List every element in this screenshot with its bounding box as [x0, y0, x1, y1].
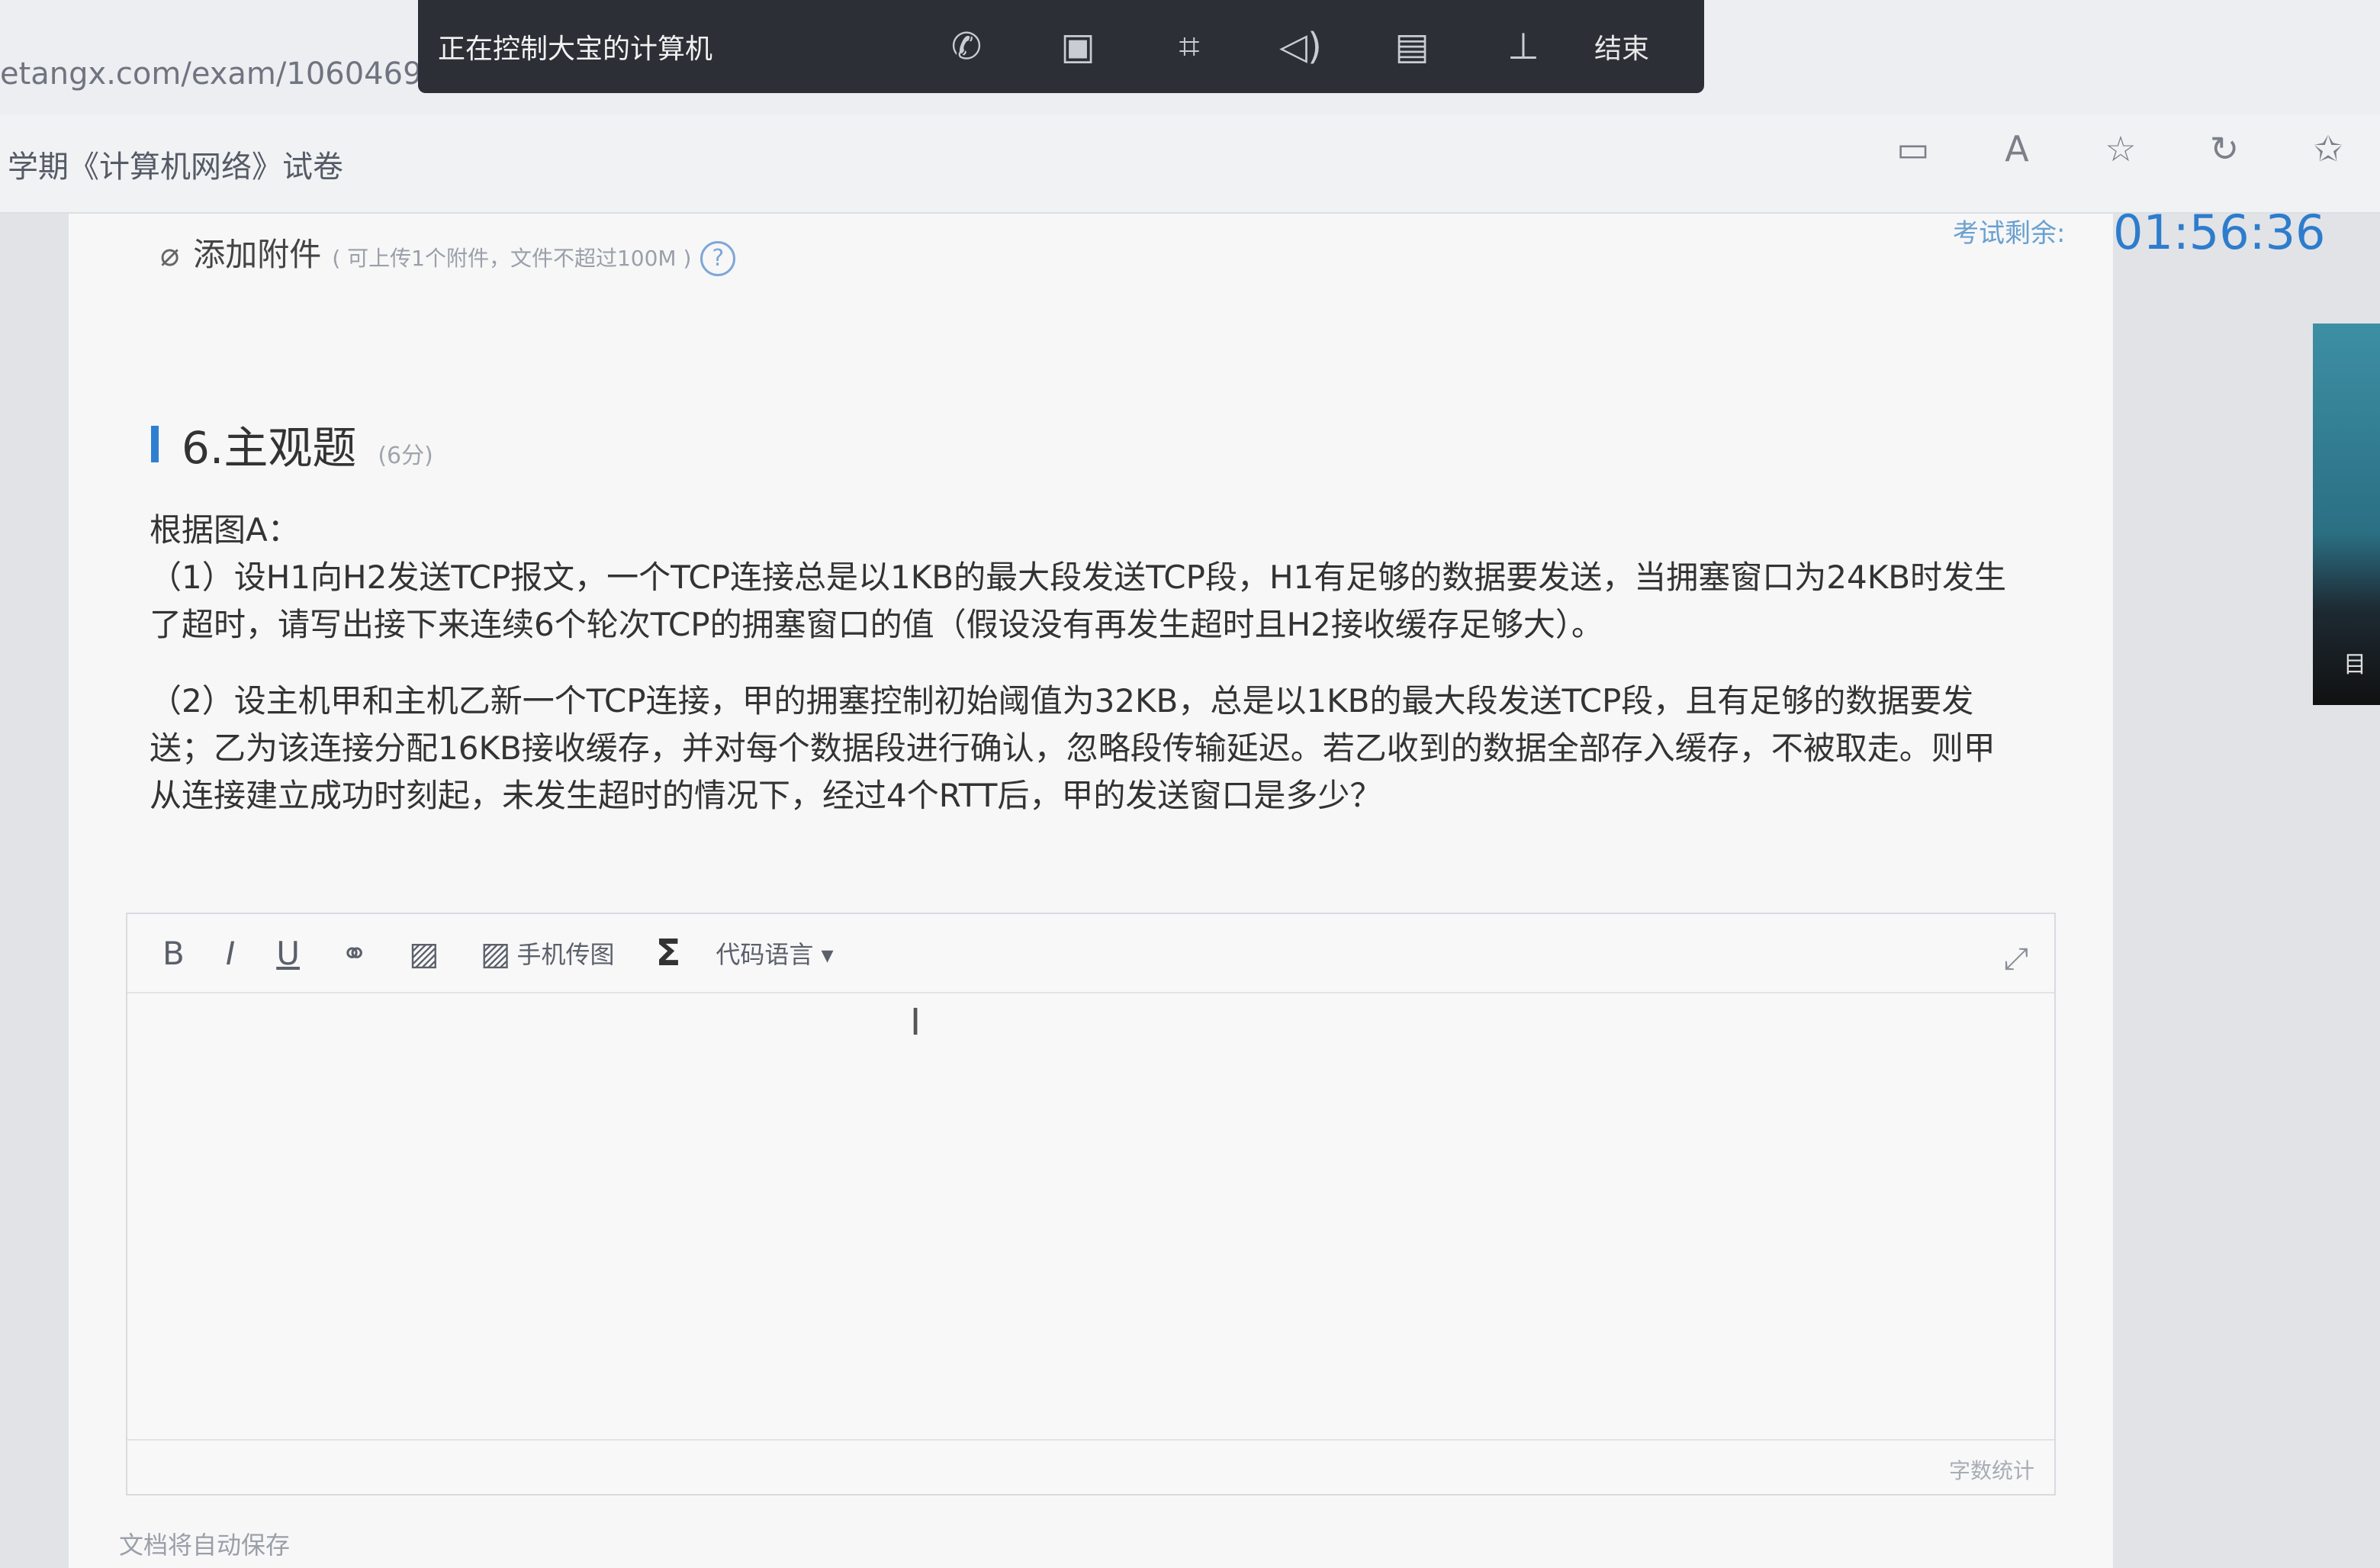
question-intro: 根据图A： — [150, 511, 300, 549]
timer-label: 考试剩余: — [1953, 218, 2066, 249]
attachment-hint: ( 可上传1个附件，文件不超过100M ) — [332, 246, 692, 271]
camera-icon[interactable]: ▭ — [1892, 128, 1935, 169]
video-caption: 目 — [2343, 652, 2366, 678]
bold-button[interactable]: B — [162, 935, 185, 972]
text-cursor-icon: I — [910, 1001, 921, 1044]
speaker-icon[interactable]: ◁) — [1245, 25, 1356, 68]
left-strip — [0, 214, 69, 1568]
read-aloud-icon[interactable]: A — [1996, 128, 2038, 169]
autosave-note: 文档将自动保存 — [119, 1531, 291, 1560]
italic-button[interactable]: I — [226, 935, 235, 972]
formula-button[interactable]: Σ — [656, 932, 681, 974]
end-button[interactable]: 结束 — [1594, 27, 1649, 66]
mobile-image-icon[interactable]: ▨ — [481, 935, 511, 972]
screen-icon[interactable]: ▤ — [1356, 25, 1468, 68]
pin-icon[interactable]: ⊥ — [1468, 25, 1579, 68]
remote-control-bar: 正在控制大宝的计算机 ✆ ▣ ⌗ ◁) ▤ ⊥ 结束 — [418, 0, 1704, 93]
help-icon[interactable]: ? — [700, 241, 736, 276]
browser-toolbar: ▭ A ☆ ↻ ✩ — [1892, 114, 2349, 183]
fullscreen-icon[interactable]: ⤢ — [2004, 942, 2028, 977]
question-part-1: （1）设H1向H2发送TCP报文，一个TCP连接总是以1KB的最大段发送TCP段… — [150, 559, 2007, 643]
link-icon[interactable]: ⚭ — [341, 935, 368, 972]
question-score: (6分) — [378, 443, 433, 469]
tab-title[interactable]: 学期《计算机网络》试卷 — [8, 142, 343, 186]
image-icon[interactable]: ▨ — [409, 935, 439, 972]
add-attachment[interactable]: ⌀ 添加附件 ( 可上传1个附件，文件不超过100M ) ? — [160, 229, 736, 276]
paperclip-icon: ⌀ — [160, 236, 180, 273]
question-part-2: （2）设主机甲和主机乙新一个TCP连接，甲的拥塞控制初始阈值为32KB，总是以1… — [150, 682, 1996, 814]
question-text: 根据图A： （1）设H1向H2发送TCP报文，一个TCP连接总是以1KB的最大段… — [150, 507, 2018, 819]
add-attachment-label[interactable]: 添加附件 — [193, 229, 321, 275]
question-heading: 6.主观题 (6分) — [151, 412, 433, 476]
editor-footer: 字数统计 — [127, 1439, 2054, 1494]
screenshot-icon[interactable]: ⌗ — [1134, 25, 1245, 69]
phone-icon[interactable]: ✆ — [911, 25, 1022, 68]
mobile-upload-button[interactable]: 手机传图 — [517, 935, 615, 971]
favorite-add-icon[interactable]: ☆ — [2099, 128, 2142, 169]
editor-toolbar: B I U ⚭ ▨ ▨ 手机传图 Σ 代码语言 ▾ ⤢ — [127, 914, 2054, 993]
favorites-icon[interactable]: ✩ — [2307, 128, 2349, 169]
refresh-icon[interactable]: ↻ — [2203, 128, 2246, 169]
answer-editor: B I U ⚭ ▨ ▨ 手机传图 Σ 代码语言 ▾ ⤢ I 字数统计 — [126, 913, 2056, 1496]
remote-title: 正在控制大宝的计算机 — [438, 34, 713, 65]
word-count: 字数统计 — [1948, 1458, 2034, 1483]
remote-icons: ✆ ▣ ⌗ ◁) ▤ ⊥ — [911, 25, 1579, 69]
code-language-dropdown[interactable]: 代码语言 ▾ — [716, 935, 833, 971]
question-title: 6.主观题 — [182, 422, 357, 474]
underline-button[interactable]: U — [276, 935, 300, 972]
video-thumbnail[interactable]: 目 — [2313, 324, 2380, 705]
editor-body[interactable]: I — [127, 993, 2054, 1421]
window-icon[interactable]: ▣ — [1022, 25, 1134, 68]
timer-value: 01:56:36 — [2113, 204, 2326, 260]
heading-accent-bar — [151, 426, 159, 462]
